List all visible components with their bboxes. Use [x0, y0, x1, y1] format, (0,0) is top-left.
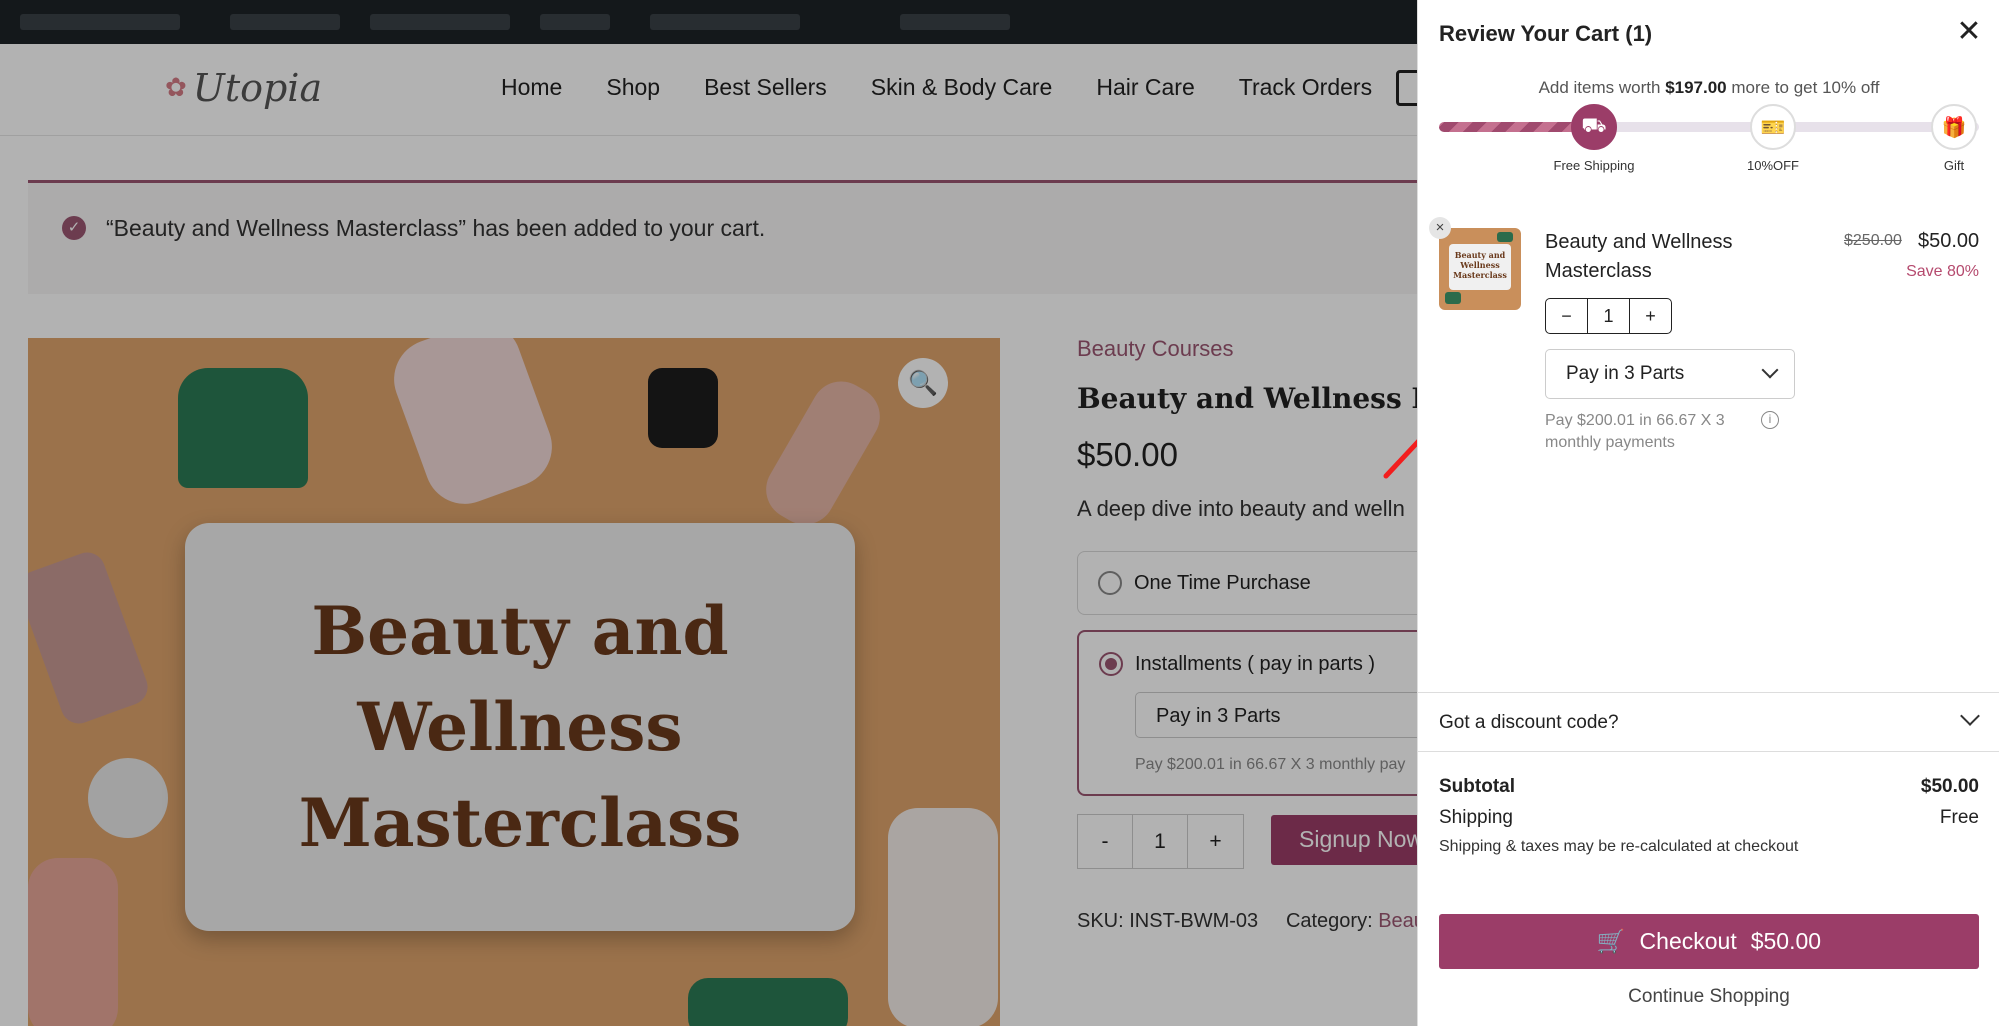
discount-code-toggle[interactable]: Got a discount code?: [1418, 692, 1999, 752]
toolbar-blurred-item: [650, 14, 800, 30]
product-price: $50.00: [1077, 436, 1178, 473]
product-image-text: Beauty and Wellness Masterclass: [298, 592, 742, 862]
cart-item-save-badge: Save 80%: [1906, 263, 1979, 280]
thumb-decor: [1497, 232, 1513, 242]
cart-qty-stepper: − 1 +: [1545, 298, 1672, 334]
thumb-decor: [1445, 292, 1461, 304]
progress-track: [1439, 122, 1979, 132]
cart-item-thumbnail[interactable]: Beauty and Wellness Masterclass: [1439, 228, 1521, 310]
milestone-label-gift: Gift: [1943, 158, 1965, 173]
category-label: Category:: [1285, 910, 1373, 932]
progress-message: Add items worth $197.00 more to get 10% …: [1418, 78, 1999, 98]
main-nav: Home Shop Best Sellers Skin & Body Care …: [501, 74, 1372, 101]
radio-one-time[interactable]: [1098, 571, 1122, 595]
sphere-decor: [88, 758, 168, 838]
logo-text: Utopia: [192, 66, 323, 110]
close-icon[interactable]: ✕: [1954, 17, 1984, 48]
thumb-card: Beauty and Wellness Masterclass: [1449, 244, 1511, 290]
shipping-row: Shipping Free: [1439, 807, 1979, 829]
cart-item-old-price: $250.00: [1844, 232, 1902, 249]
product-description: A deep dive into beauty and welln: [1077, 496, 1405, 521]
site-logo[interactable]: ✿ Utopia: [165, 66, 322, 110]
nav-hair-care[interactable]: Hair Care: [1096, 74, 1194, 101]
cart-qty-minus-button[interactable]: −: [1546, 299, 1588, 333]
progress-fill: [1439, 122, 1591, 132]
toolbar-blurred-item: [900, 14, 1010, 30]
check-circle-icon: ✓: [62, 216, 86, 240]
chevron-down-icon: [1761, 361, 1779, 379]
checkout-label: Checkout: [1639, 928, 1737, 954]
lipstick-decor: [755, 370, 891, 536]
cart-item-name[interactable]: Beauty and Wellness Masterclass: [1545, 228, 1755, 286]
toolbar-blurred-item: [20, 14, 180, 30]
cart-icon: 🛒: [1596, 928, 1626, 954]
quantity-stepper: - 1 +: [1077, 814, 1244, 869]
cart-title: Review Your Cart (1): [1439, 21, 1653, 46]
cart-plan-note: Pay $200.01 in 66.67 X 3 monthly payment…: [1545, 412, 1725, 451]
option-installments-label: Installments ( pay in parts ): [1135, 653, 1376, 675]
truck-icon: ⛟: [1571, 104, 1617, 150]
cart-plan-value: Pay in 3 Parts: [1566, 363, 1685, 384]
cart-item-price: $50.00: [1918, 230, 1980, 252]
checkout-amount: $50.00: [1750, 928, 1822, 954]
progress-prefix: Add items worth: [1538, 78, 1661, 97]
product-category[interactable]: Beauty Courses: [1077, 336, 1234, 362]
green-clip-decor: [688, 978, 848, 1026]
product-meta: SKU: INST-BWM-03 Category: Beau: [1077, 910, 1425, 933]
qty-plus-button[interactable]: +: [1188, 815, 1243, 868]
ticket-icon: 🎫: [1750, 104, 1796, 150]
zoom-icon[interactable]: 🔍: [898, 358, 948, 408]
option-one-time-label: One Time Purchase: [1134, 572, 1311, 594]
nav-shop[interactable]: Shop: [606, 74, 660, 101]
checkout-button[interactable]: 🛒 Checkout $50.00: [1439, 914, 1979, 969]
comb-decor: [28, 547, 153, 729]
progress-amount: $197.00: [1665, 78, 1727, 97]
gift-icon: 🎁: [1931, 104, 1977, 150]
continue-shopping-link[interactable]: Continue Shopping: [1418, 986, 1999, 1008]
shipping-label: Shipping: [1439, 807, 1513, 828]
notice-message: “Beauty and Wellness Masterclass” has be…: [106, 215, 766, 241]
info-icon[interactable]: i: [1761, 411, 1779, 429]
product-image[interactable]: Beauty and Wellness Masterclass: [28, 338, 1000, 1026]
toolbar-blurred-item: [370, 14, 510, 30]
product-image-card: Beauty and Wellness Masterclass: [185, 523, 855, 931]
subtotal-value: $50.00: [1920, 776, 1979, 797]
milestone-label-free-shipping: Free Shipping: [1553, 158, 1635, 173]
pump-bottle-decor: [888, 808, 998, 1026]
toolbar-blurred-item: [230, 14, 340, 30]
cart-plan-select[interactable]: Pay in 3 Parts: [1545, 349, 1795, 399]
cart-qty-input[interactable]: 1: [1588, 299, 1630, 333]
chevron-down-icon: [1960, 706, 1980, 726]
remove-item-icon[interactable]: ×: [1429, 217, 1451, 239]
toolbar-blurred-item: [540, 14, 610, 30]
nav-best-sellers[interactable]: Best Sellers: [704, 74, 827, 101]
shipping-value: Free: [1939, 807, 1979, 828]
flower-icon: ✿: [165, 73, 187, 103]
subtotal-row: Subtotal $50.00: [1439, 776, 1979, 798]
cart-qty-plus-button[interactable]: +: [1630, 299, 1671, 333]
added-to-cart-notice: ✓ “Beauty and Wellness Masterclass” has …: [28, 180, 1428, 294]
nav-home[interactable]: Home: [501, 74, 562, 101]
hair-clip-decor: [178, 368, 308, 488]
subtotal-label: Subtotal: [1439, 776, 1515, 797]
sku-label: SKU: INST-BWM-03: [1077, 910, 1259, 932]
installment-note: Pay $200.01 in 66.67 X 3 monthly pay: [1135, 756, 1406, 773]
tax-note: Shipping & taxes may be re-calculated at…: [1439, 838, 1799, 855]
bottle-decor: [382, 338, 564, 516]
qty-input[interactable]: 1: [1133, 815, 1188, 868]
discount-code-label: Got a discount code?: [1439, 712, 1619, 733]
qty-minus-button[interactable]: -: [1078, 815, 1133, 868]
milestone-label-10off: 10%OFF: [1746, 158, 1799, 173]
cap-decor: [648, 368, 718, 448]
nav-skin-body-care[interactable]: Skin & Body Care: [871, 74, 1053, 101]
radio-installments[interactable]: [1099, 652, 1123, 676]
progress-suffix: more to get 10% off: [1731, 78, 1880, 97]
spray-decor: [28, 858, 118, 1026]
cart-drawer: Review Your Cart (1) ✕ Add items worth $…: [1417, 0, 1999, 1026]
nav-track-orders[interactable]: Track Orders: [1239, 74, 1372, 101]
